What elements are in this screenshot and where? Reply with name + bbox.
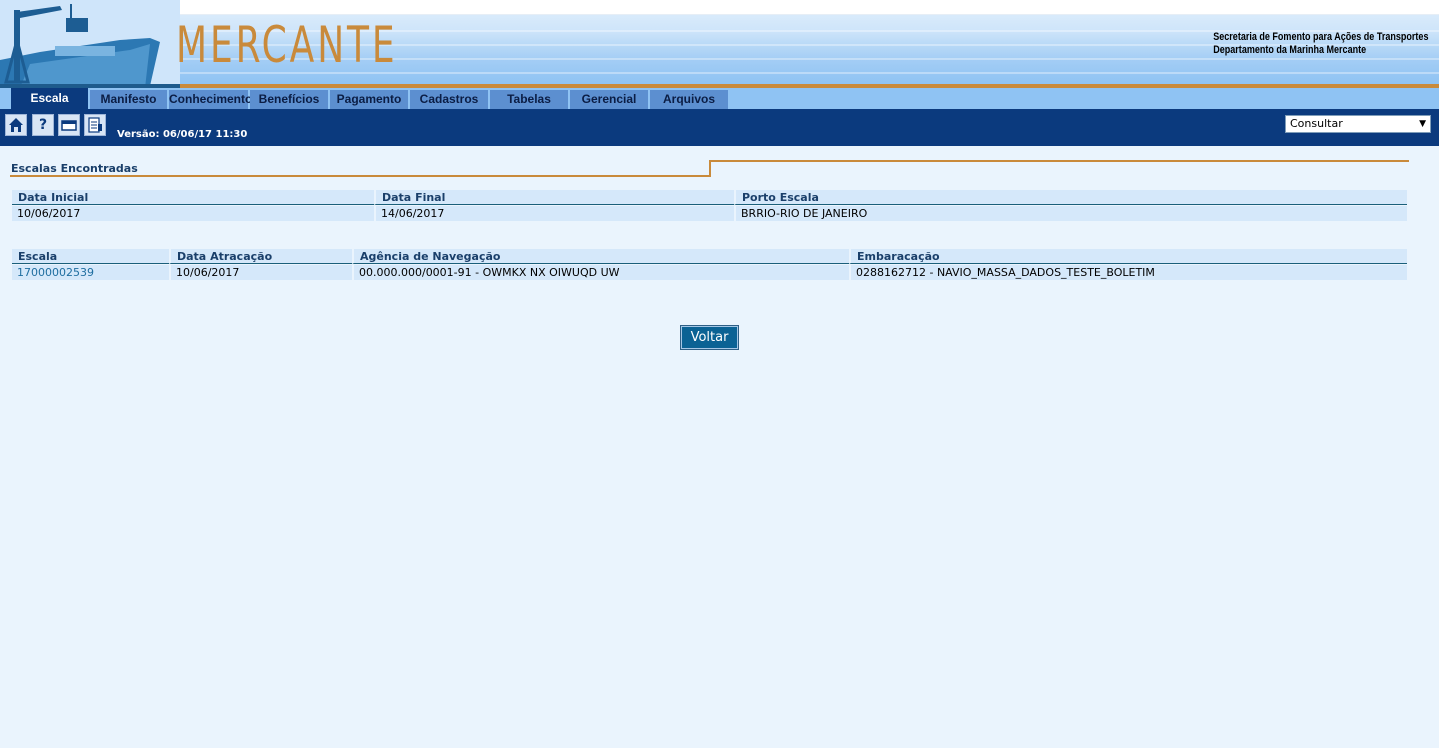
- tab-cadastros[interactable]: Cadastros: [410, 90, 489, 109]
- section-divider: [10, 175, 711, 177]
- tab-arquivos[interactable]: Arquivos: [650, 90, 729, 109]
- cell-embarcacao: 0288162712 - NAVIO_MASSA_DADOS_TESTE_BOL…: [849, 265, 1407, 280]
- help-icon[interactable]: ?: [32, 114, 54, 136]
- header-porto-escala: Porto Escala: [734, 190, 1407, 205]
- action-select[interactable]: Consultar ▼: [1285, 115, 1431, 133]
- voltar-button[interactable]: Voltar: [680, 325, 739, 350]
- header-data-inicial: Data Inicial: [12, 190, 374, 205]
- header-agencia: Agência de Navegação: [352, 249, 849, 264]
- tab-tabelas[interactable]: Tabelas: [490, 90, 569, 109]
- escala-link[interactable]: 17000002539: [12, 265, 169, 280]
- org-line-2: Departamento da Marinha Mercante: [1212, 44, 1366, 56]
- tab-escala[interactable]: Escala: [11, 88, 89, 109]
- header-data-atracacao: Data Atracação: [169, 249, 352, 264]
- filter-table: Data Inicial Data Final Porto Escala 10/…: [12, 190, 1407, 222]
- tab-manifesto[interactable]: Manifesto: [90, 90, 168, 109]
- tab-conhecimento[interactable]: Conhecimento: [169, 90, 252, 109]
- app-title: MERCANTE: [176, 16, 398, 74]
- print-icon[interactable]: [84, 114, 106, 136]
- value-data-final: 14/06/2017: [374, 206, 734, 221]
- tab-beneficios[interactable]: Benefícios: [250, 90, 329, 109]
- toolbar: ? Versão: 06/06/17 11:30 Consultar ▼: [0, 109, 1439, 146]
- results-table: Escala Data Atracação Agência de Navegaç…: [12, 249, 1407, 281]
- home-icon[interactable]: [5, 114, 27, 136]
- ship-crane-logo: [0, 0, 180, 88]
- section-title: Escalas Encontradas: [11, 162, 138, 175]
- main-tabs: Escala Manifesto Conhecimento Benefícios…: [0, 88, 1439, 109]
- tab-gerencial[interactable]: Gerencial: [570, 90, 649, 109]
- tab-pagamento[interactable]: Pagamento: [330, 90, 409, 109]
- header-escala: Escala: [12, 249, 169, 264]
- window-icon[interactable]: [58, 114, 80, 136]
- header-banner: MERCANTE Secretaria de Fomento para Açõe…: [0, 0, 1439, 90]
- org-line-1: Secretaria de Fomento para Ações de Tran…: [1212, 31, 1428, 43]
- value-data-inicial: 10/06/2017: [12, 206, 374, 221]
- chevron-down-icon: ▼: [1419, 119, 1426, 129]
- organization-name: Secretaria de Fomento para Ações de Tran…: [1213, 31, 1428, 57]
- action-select-value: Consultar: [1290, 117, 1343, 130]
- header-embarcacao: Embaracação: [849, 249, 1407, 264]
- cell-data-atracacao: 10/06/2017: [169, 265, 352, 280]
- version-label: Versão: 06/06/17 11:30: [117, 129, 248, 140]
- cell-agencia: 00.000.000/0001-91 - OWMKX NX OIWUQD UW: [352, 265, 849, 280]
- header-data-final: Data Final: [374, 190, 734, 205]
- value-porto-escala: BRRIO-RIO DE JANEIRO: [734, 206, 1407, 221]
